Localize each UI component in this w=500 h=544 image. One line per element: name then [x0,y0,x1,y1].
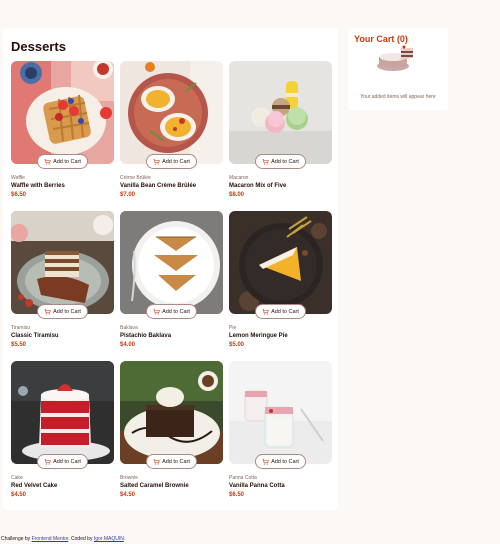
cart-panel: Your Cart (0) Your added items will appe… [348,28,448,110]
cart-add-icon [44,458,51,465]
add-to-cart-label: Add to Cart [162,308,190,315]
product-image-waffle [11,61,114,164]
add-to-cart-button[interactable]: Add to Cart [146,304,197,319]
product-name: Vanilla Bean Crème Brûlée [120,183,197,189]
product-price: $5.00 [229,342,245,348]
product-category: Brownie [120,475,139,481]
add-to-cart-label: Add to Cart [162,158,190,165]
product-category: Pie [229,325,237,331]
cart-add-icon [44,308,51,315]
attribution-prefix: Challenge by [1,536,32,542]
product-price: $4.00 [120,342,136,348]
product-name: Lemon Meringue Pie [229,333,288,339]
author-link[interactable]: Igor MAQUIN [94,536,124,542]
product-category: Macaron [229,175,249,181]
product-image-panna-cotta [229,361,332,464]
add-to-cart-button[interactable]: Add to Cart [146,154,197,169]
product-category: Baklava [120,325,138,331]
cart-add-icon [262,308,269,315]
product-price: $4.50 [11,492,27,498]
add-to-cart-label: Add to Cart [271,158,299,165]
add-to-cart-button[interactable]: Add to Cart [146,454,197,469]
product-card: Add to Cart Panna Cotta Vanilla Panna Co… [229,361,332,511]
product-price: $7.00 [120,192,136,198]
add-to-cart-button[interactable]: Add to Cart [37,304,88,319]
product-image-brownie [120,361,223,464]
product-category: Cake [11,475,23,481]
frontend-mentor-link[interactable]: Frontend Mentor [32,536,69,542]
attribution-middle: . Coded by [68,536,94,542]
page-title: Desserts [11,39,66,54]
product-category: Tiramisu [11,325,30,331]
add-to-cart-button[interactable]: Add to Cart [37,454,88,469]
product-card: Add to Cart Macaron Macaron Mix of Five … [229,61,332,211]
cart-add-icon [153,158,160,165]
product-name: Pistachio Baklava [120,333,172,339]
product-card: Add to Cart Brownie Salted Caramel Brown… [120,361,223,511]
cart-add-icon [262,158,269,165]
add-to-cart-label: Add to Cart [53,308,81,315]
product-price: $6.50 [11,192,27,198]
product-card: Add to Cart Pie Lemon Meringue Pie $5.00 [229,211,332,361]
product-image-pie [229,211,332,314]
attribution: Challenge by Frontend Mentor. Coded by I… [1,536,125,542]
cart-empty-message: Your added items will appear here [360,94,436,100]
add-to-cart-label: Add to Cart [162,458,190,465]
cart-add-icon [153,308,160,315]
product-price: $4.50 [120,492,136,498]
add-to-cart-label: Add to Cart [271,308,299,315]
add-to-cart-button[interactable]: Add to Cart [255,304,306,319]
product-name: Salted Caramel Brownie [120,483,189,489]
attribution-suffix: . [123,536,126,542]
product-category: Waffle [11,175,25,181]
product-name: Vanilla Panna Cotta [229,483,285,489]
product-card: Add to Cart Baklava Pistachio Baklava $4… [120,211,223,361]
product-grid: Add to Cart Waffle Waffle with Berries $… [11,61,333,511]
product-image-baklava [120,211,223,314]
cart-title: Your Cart (0) [354,34,408,44]
product-image-tiramisu [11,211,114,314]
product-category: Panna Cotta [229,475,257,481]
product-image-cake [11,361,114,464]
cart-add-icon [262,458,269,465]
product-image-macaron [229,61,332,164]
add-to-cart-label: Add to Cart [271,458,299,465]
product-card: Add to Cart Cake Red Velvet Cake $4.50 [11,361,114,511]
product-card: Add to Cart Waffle Waffle with Berries $… [11,61,114,211]
product-name: Waffle with Berries [11,183,65,189]
empty-cart-cake-icon [377,45,413,71]
product-card: Add to Cart Tiramisu Classic Tiramisu $5… [11,211,114,361]
product-name: Classic Tiramisu [11,333,59,339]
product-name: Red Velvet Cake [11,483,58,489]
product-name: Macaron Mix of Five [229,183,287,189]
product-price: $8.00 [229,192,245,198]
product-price: $5.50 [11,342,27,348]
add-to-cart-button[interactable]: Add to Cart [37,154,88,169]
add-to-cart-button[interactable]: Add to Cart [255,454,306,469]
cart-add-icon [44,158,51,165]
add-to-cart-button[interactable]: Add to Cart [255,154,306,169]
product-price: $6.50 [229,492,245,498]
product-card: Add to Cart Crème Brûlée Vanilla Bean Cr… [120,61,223,211]
add-to-cart-label: Add to Cart [53,458,81,465]
add-to-cart-label: Add to Cart [53,158,81,165]
product-category: Crème Brûlée [120,175,151,181]
cart-add-icon [153,458,160,465]
product-image-creme-brulee [120,61,223,164]
